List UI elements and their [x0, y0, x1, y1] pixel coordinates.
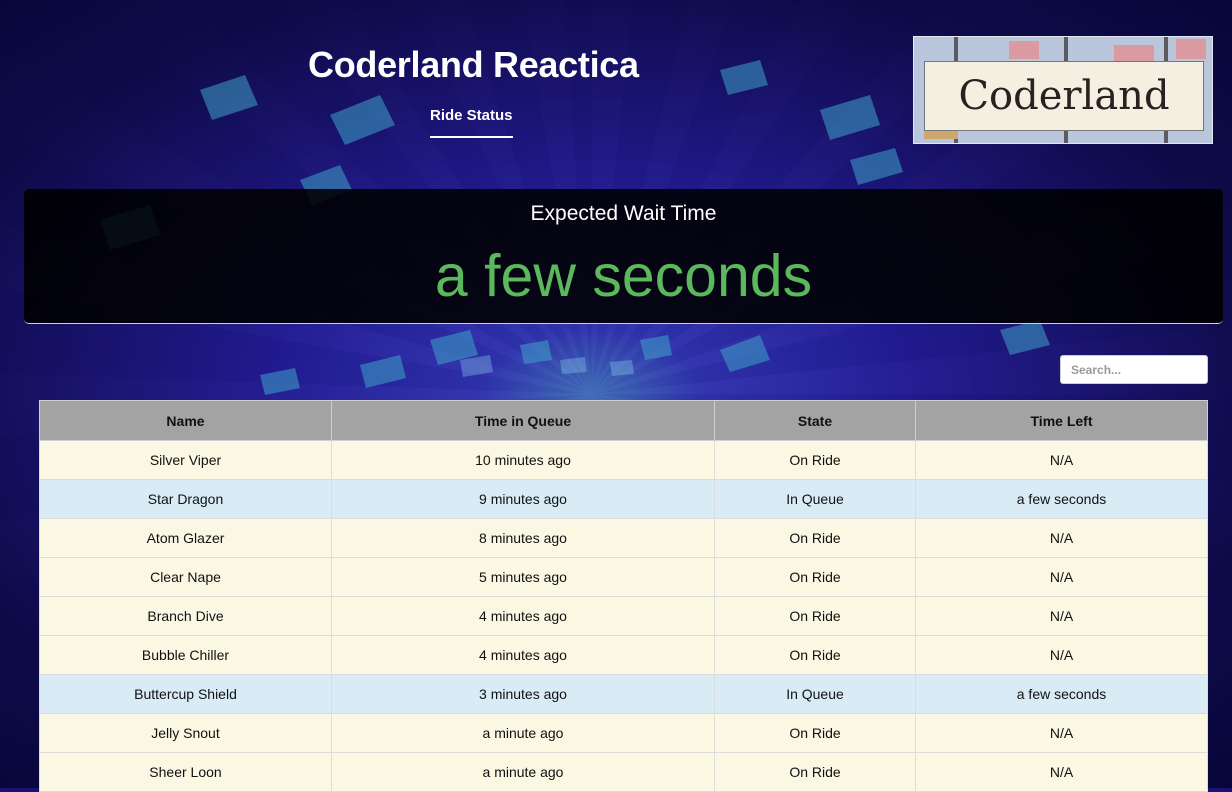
column-header-name[interactable]: Name: [39, 400, 332, 441]
cell-time-in-queue: 5 minutes ago: [331, 557, 715, 597]
cell-name: Jelly Snout: [39, 713, 332, 753]
cell-time-in-queue: 9 minutes ago: [331, 479, 715, 519]
table-row[interactable]: Star Dragon 9 minutes ago In Queue a few…: [39, 479, 1208, 519]
cell-name: Atom Glazer: [39, 518, 332, 558]
ride-status-table: Name Time in Queue State Time Left Silve…: [39, 400, 1208, 792]
cell-state: In Queue: [714, 674, 916, 714]
table-row[interactable]: Branch Dive 4 minutes ago On Ride N/A: [39, 596, 1208, 636]
cell-name: Star Dragon: [39, 479, 332, 519]
cell-state: On Ride: [714, 752, 916, 792]
wait-time-value: a few seconds: [434, 243, 813, 309]
cell-name: Sheer Loon: [39, 752, 332, 792]
cell-time-in-queue: 3 minutes ago: [331, 674, 715, 714]
cell-time-left: N/A: [915, 557, 1208, 597]
coderland-logo: Coderland: [913, 36, 1213, 144]
cell-state: On Ride: [714, 713, 916, 753]
cell-state: In Queue: [714, 479, 916, 519]
cell-name: Branch Dive: [39, 596, 332, 636]
cell-state: On Ride: [714, 596, 916, 636]
wait-time-label: Expected Wait Time: [530, 202, 717, 225]
table-row[interactable]: Buttercup Shield 3 minutes ago In Queue …: [39, 674, 1208, 714]
table-row[interactable]: Sheer Loon a minute ago On Ride N/A: [39, 752, 1208, 792]
table-row[interactable]: Silver Viper 10 minutes ago On Ride N/A: [39, 440, 1208, 480]
cell-time-left: a few seconds: [915, 479, 1208, 519]
cell-name: Buttercup Shield: [39, 674, 332, 714]
column-header-time-left[interactable]: Time Left: [915, 400, 1208, 441]
cell-time-in-queue: 8 minutes ago: [331, 518, 715, 558]
column-header-time-in-queue[interactable]: Time in Queue: [331, 400, 715, 441]
table-header-row: Name Time in Queue State Time Left: [39, 400, 1208, 441]
tab-ride-status[interactable]: Ride Status: [430, 107, 513, 138]
cell-time-in-queue: 4 minutes ago: [331, 596, 715, 636]
cell-time-left: N/A: [915, 596, 1208, 636]
cell-time-left: N/A: [915, 713, 1208, 753]
cell-time-left: N/A: [915, 518, 1208, 558]
cell-time-left: N/A: [915, 752, 1208, 792]
search-input[interactable]: [1060, 355, 1208, 384]
cell-time-left: N/A: [915, 635, 1208, 675]
cell-state: On Ride: [714, 635, 916, 675]
cell-time-in-queue: 10 minutes ago: [331, 440, 715, 480]
app-title: Coderland Reactica: [308, 44, 639, 85]
cell-time-in-queue: 4 minutes ago: [331, 635, 715, 675]
cell-time-left: a few seconds: [915, 674, 1208, 714]
cell-name: Bubble Chiller: [39, 635, 332, 675]
table-row[interactable]: Clear Nape 5 minutes ago On Ride N/A: [39, 557, 1208, 597]
cell-state: On Ride: [714, 557, 916, 597]
table-row[interactable]: Bubble Chiller 4 minutes ago On Ride N/A: [39, 635, 1208, 675]
wait-time-panel: Expected Wait Time a few seconds: [24, 189, 1223, 324]
table-row[interactable]: Jelly Snout a minute ago On Ride N/A: [39, 713, 1208, 753]
cell-state: On Ride: [714, 440, 916, 480]
cell-state: On Ride: [714, 518, 916, 558]
cell-name: Silver Viper: [39, 440, 332, 480]
column-header-state[interactable]: State: [714, 400, 916, 441]
cell-time-in-queue: a minute ago: [331, 752, 715, 792]
cell-time-left: N/A: [915, 440, 1208, 480]
table-row[interactable]: Atom Glazer 8 minutes ago On Ride N/A: [39, 518, 1208, 558]
cell-time-in-queue: a minute ago: [331, 713, 715, 753]
logo-sign-text: Coderland: [924, 61, 1204, 131]
cell-name: Clear Nape: [39, 557, 332, 597]
